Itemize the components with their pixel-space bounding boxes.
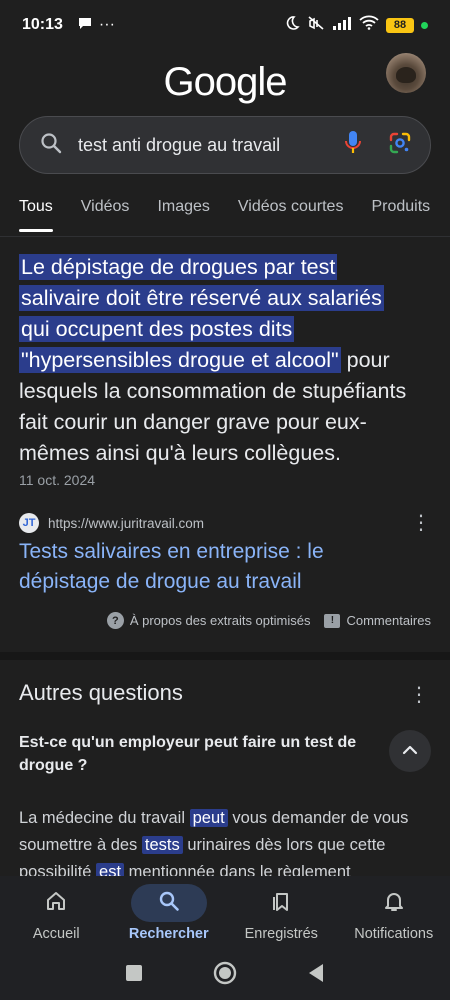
answer-keyword: tests [141,836,183,854]
bottom-navigation: Accueil Rechercher Enregistrés Notificat… [0,876,450,951]
search-bar[interactable]: test anti drogue au travail [19,116,431,174]
recent-apps-button[interactable] [125,964,143,987]
system-navigation-bar [0,951,450,1000]
bell-icon [383,890,405,916]
snippet-highlight: salivaire doit être réservé aux salariés [19,285,384,311]
back-button[interactable] [307,963,325,988]
nav-saved-label: Enregistrés [244,926,318,942]
nav-notifications-label: Notifications [354,926,434,942]
search-icon [40,132,62,159]
snippet-result-link[interactable]: Tests salivaires en entreprise : le dépi… [19,537,419,597]
source-favicon-icon: JT [19,513,39,533]
nav-home[interactable]: Accueil [0,884,112,942]
account-avatar[interactable] [386,53,426,93]
more-notifications-icon: ··· [98,16,115,33]
nav-notifications[interactable]: Notifications [338,884,450,942]
paa-answer: La médecine du travail peut vous demande… [19,805,431,886]
status-bar: 10:13 ··· 88 [0,0,450,50]
search-tabs: Tous Vidéos Images Vidéos courtes Produi… [19,198,450,234]
tab-videos[interactable]: Vidéos [81,198,130,234]
nav-home-label: Accueil [32,926,80,942]
tab-all[interactable]: Tous [19,198,53,234]
chevron-up-icon [402,742,418,760]
snippet-highlight: qui occupent des postes dits [19,316,295,342]
tab-products[interactable]: Produits [371,198,430,234]
mute-icon [307,15,325,36]
nav-saved[interactable]: Enregistrés [225,884,337,942]
about-snippets-link[interactable]: ? À propos des extraits optimisés [106,612,311,629]
answer-text: La médecine du travail [19,809,190,827]
feedback-label: Commentaires [346,613,431,628]
answer-keyword: peut [189,809,228,827]
wifi-icon [359,15,379,35]
paa-question[interactable]: Est-ce qu'un employeur peut faire un tes… [19,731,369,777]
more-options-icon[interactable]: ⋮ [411,513,431,533]
section-divider [0,652,450,660]
snippet-footer: ? À propos des extraits optimisés ! Comm… [106,612,431,629]
feedback-link[interactable]: ! Commentaires [324,613,431,628]
snippet-source[interactable]: JT https://www.juritravail.com ⋮ [19,512,431,534]
paa-more-options-icon[interactable]: ⋮ [409,682,429,707]
snippet-date: 11 oct. 2024 [19,472,96,488]
nav-search[interactable]: Rechercher [113,884,225,942]
privacy-indicator-dot [421,21,428,29]
tabs-divider [0,236,450,237]
help-icon: ? [106,612,124,629]
tab-images[interactable]: Images [157,198,209,234]
google-logo[interactable]: Google [0,60,450,105]
source-url[interactable]: https://www.juritravail.com [48,516,204,531]
paa-heading: Autres questions [19,680,183,705]
home-button[interactable] [213,961,237,990]
tab-short-videos[interactable]: Vidéos courtes [238,198,344,234]
snippet-highlight: Le dépistage de drogues par test [19,254,338,280]
feedback-icon: ! [324,613,341,628]
status-time: 10:13 [22,16,63,33]
nav-search-label: Rechercher [128,926,209,942]
home-icon [45,890,67,916]
snippet-highlight: "hypersensibles drogue et alcool" [19,347,341,373]
signal-icon [332,16,352,35]
search-icon [158,890,180,916]
moon-icon [284,15,300,36]
google-lens-icon[interactable] [388,131,412,160]
microphone-icon[interactable] [344,130,362,161]
chat-bubble-icon [77,15,93,36]
about-snippets-label: À propos des extraits optimisés [129,613,311,628]
battery-icon: 88 [386,17,414,33]
featured-snippet-text: Le dépistage de drogues par test salivair… [19,252,431,469]
bookmarks-icon [270,890,292,916]
paa-collapse-button[interactable] [389,730,431,772]
search-input[interactable]: test anti drogue au travail [78,135,344,156]
